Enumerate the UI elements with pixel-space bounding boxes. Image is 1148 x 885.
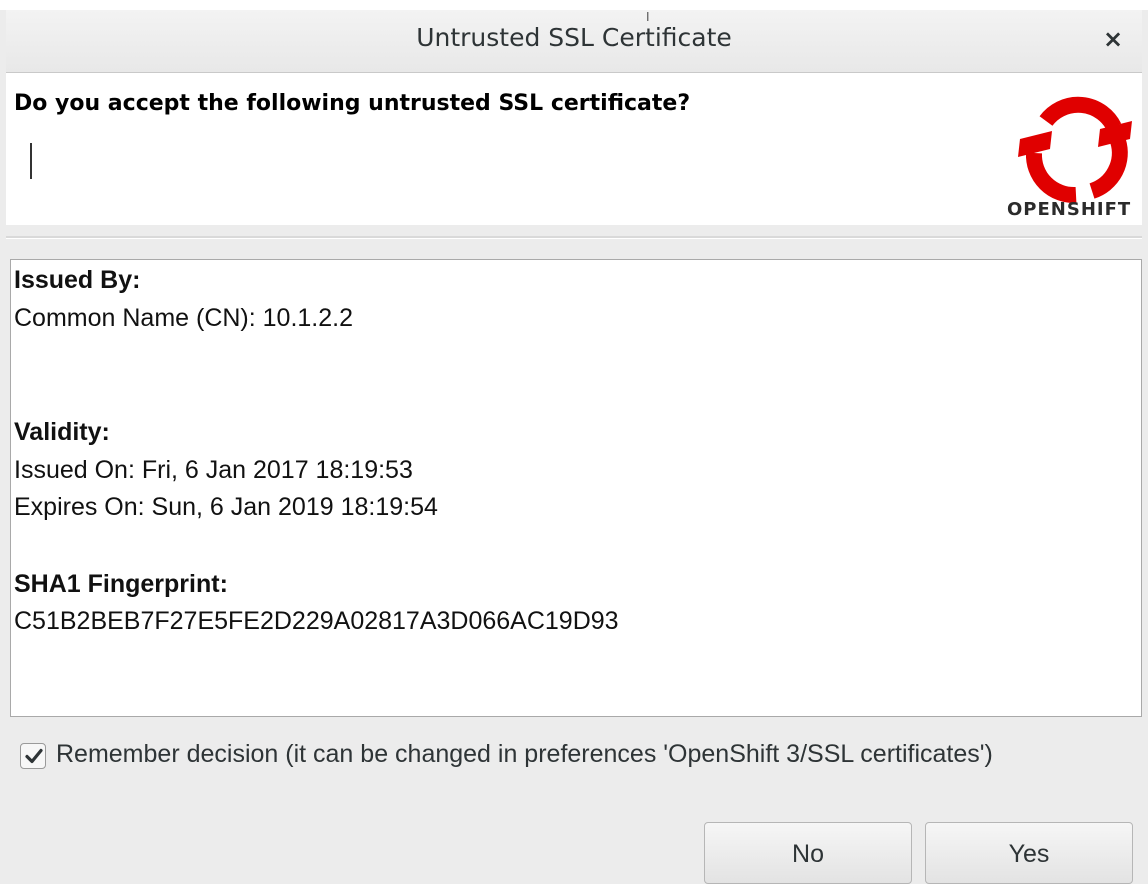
certificate-details-box[interactable]: Issued By: Common Name (CN): 10.1.2.2 Va…	[10, 259, 1142, 717]
remember-decision-checkbox[interactable]	[20, 743, 46, 769]
header-separator	[6, 236, 1142, 239]
no-button[interactable]: No	[704, 822, 912, 884]
mouse-cursor-icon: I	[646, 10, 650, 24]
issued-on-value: Issued On: Fri, 6 Jan 2017 18:19:53	[14, 456, 413, 484]
checkmark-icon	[25, 748, 43, 764]
title-bar[interactable]: Untrusted SSL Certificate ×	[6, 10, 1142, 73]
fingerprint-value: C51B2BEB7F27E5FE2D229A02817A3D066AC19D93	[14, 607, 619, 635]
common-name-value: Common Name (CN): 10.1.2.2	[14, 304, 354, 332]
expires-on-value: Expires On: Sun, 6 Jan 2019 18:19:54	[14, 493, 438, 521]
text-caret	[30, 143, 32, 179]
top-margin	[0, 0, 1148, 10]
openshift-wordmark: OPENSHIFT	[1007, 199, 1132, 220]
issued-by-heading: Issued By:	[14, 266, 141, 294]
remember-decision-label[interactable]: Remember decision (it can be changed in …	[56, 740, 993, 769]
yes-button[interactable]: Yes	[925, 822, 1133, 884]
dialog-header: Do you accept the following untrusted SS…	[6, 73, 1142, 225]
close-icon[interactable]: ×	[1098, 24, 1128, 54]
question-text: Do you accept the following untrusted SS…	[14, 91, 691, 116]
validity-heading: Validity:	[14, 418, 110, 446]
fingerprint-heading: SHA1 Fingerprint:	[14, 570, 228, 598]
ssl-certificate-dialog: Untrusted SSL Certificate × I Do you acc…	[0, 0, 1148, 884]
dialog-title: Untrusted SSL Certificate	[416, 23, 732, 52]
